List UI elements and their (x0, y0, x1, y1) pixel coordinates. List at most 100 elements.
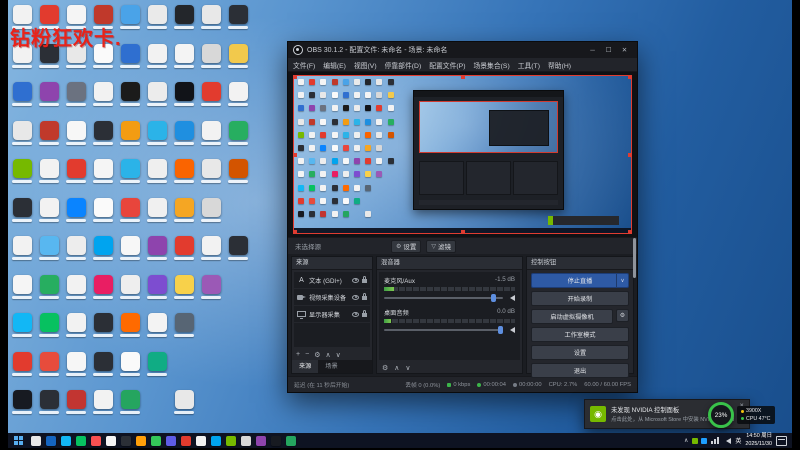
taskbar-app-icon[interactable] (76, 435, 86, 446)
desktop-icon[interactable] (145, 274, 169, 299)
taskbar-app-icon[interactable] (286, 435, 296, 446)
source-row[interactable]: 显示器采集 (294, 306, 370, 323)
taskbar-app-icon[interactable] (196, 435, 206, 446)
selection-handle[interactable] (294, 152, 297, 157)
desktop-icon[interactable] (37, 351, 61, 376)
menu-item[interactable]: 编辑(E) (323, 60, 346, 70)
desktop-icon[interactable] (91, 197, 115, 222)
desktop-icon[interactable] (199, 43, 223, 68)
desktop-icon[interactable] (199, 5, 223, 29)
desktop-icon[interactable] (10, 236, 34, 260)
remove-source-icon[interactable]: − (305, 351, 309, 358)
lock-icon[interactable] (362, 276, 367, 283)
source-row[interactable]: 视频采集设备 (294, 289, 370, 306)
minimize-button[interactable]: ─ (585, 43, 600, 57)
source-row[interactable]: 文本 (GDI+) (294, 272, 370, 289)
visibility-icon[interactable] (352, 277, 359, 283)
desktop-icon[interactable] (10, 82, 34, 106)
taskbar-app-icon[interactable] (181, 435, 191, 446)
desktop-icon[interactable] (118, 120, 142, 145)
desktop-icon[interactable] (37, 236, 61, 260)
volume-icon[interactable] (723, 437, 732, 444)
start-button[interactable] (11, 436, 26, 445)
move-source-down-icon[interactable]: ∨ (336, 351, 341, 359)
properties-button[interactable]: ⚙ 设置 (391, 239, 422, 253)
filters-button[interactable]: ▽ 滤镜 (426, 239, 457, 253)
desktop-icon[interactable] (118, 274, 142, 299)
dock-tab[interactable]: 来源 (292, 360, 319, 373)
taskbar-app-icon[interactable] (241, 435, 251, 446)
desktop-icon[interactable] (91, 351, 115, 376)
visibility-icon[interactable] (352, 311, 359, 317)
maximize-button[interactable]: ☐ (601, 43, 616, 57)
dock-tab[interactable]: 场景 (318, 360, 344, 373)
desktop-icon[interactable] (118, 159, 142, 183)
selection-handle[interactable] (460, 230, 465, 233)
desktop-icon[interactable] (118, 82, 142, 106)
scrollbar[interactable] (633, 238, 636, 278)
desktop-icon[interactable] (226, 236, 250, 260)
desktop-icon[interactable] (145, 120, 169, 145)
desktop-icon[interactable] (172, 5, 196, 29)
desktop-icon[interactable] (172, 82, 196, 106)
desktop-icon[interactable] (91, 236, 115, 260)
move-source-up-icon[interactable]: ∧ (325, 351, 330, 359)
desktop-icon[interactable] (37, 120, 61, 145)
desktop-icon[interactable] (145, 43, 169, 68)
stream-dropdown-icon[interactable]: ∨ (616, 274, 628, 287)
menu-item[interactable]: 工具(T) (518, 60, 540, 70)
desktop-icon[interactable] (145, 5, 169, 29)
lock-icon[interactable] (362, 310, 367, 317)
network-icon[interactable] (711, 437, 720, 444)
desktop-icon[interactable] (199, 197, 223, 222)
desktop-icon[interactable] (172, 313, 196, 337)
desktop-icon[interactable] (91, 120, 115, 145)
desktop-icon[interactable] (172, 390, 196, 414)
desktop-icon[interactable] (64, 390, 88, 414)
taskbar-app-icon[interactable] (136, 435, 146, 446)
ime-indicator[interactable]: 英 (735, 436, 741, 445)
virtual-camera-button[interactable]: 启动虚拟摄像机 (531, 309, 613, 324)
desktop-icon[interactable] (91, 159, 115, 183)
desktop-icon[interactable] (226, 82, 250, 106)
taskbar-app-icon[interactable] (271, 435, 281, 446)
taskbar-app-icon[interactable] (226, 435, 236, 446)
preview-area[interactable] (288, 72, 637, 237)
desktop-icon[interactable] (10, 197, 34, 222)
volume-slider-knob[interactable] (491, 293, 497, 302)
volume-slider[interactable] (384, 293, 503, 302)
desktop-icon[interactable] (145, 197, 169, 222)
preview-video[interactable] (293, 75, 632, 234)
controls-dock-title[interactable]: 控制按钮 (527, 257, 633, 270)
source-properties-icon[interactable]: ⚙ (314, 351, 320, 359)
desktop-icon[interactable] (172, 236, 196, 260)
volume-slider[interactable] (384, 325, 504, 334)
desktop-icon[interactable] (226, 43, 250, 68)
desktop-icon[interactable] (37, 82, 61, 106)
tray-icon[interactable] (692, 437, 699, 444)
start-recording-button[interactable]: 开始录制 (531, 291, 629, 306)
desktop-icon[interactable] (172, 197, 196, 222)
visibility-icon[interactable] (352, 294, 359, 300)
desktop-icon[interactable] (64, 159, 88, 183)
desktop-icon[interactable] (118, 390, 142, 414)
desktop-icon[interactable] (37, 274, 61, 299)
desktop-icon[interactable] (226, 120, 250, 145)
stop-streaming-button[interactable]: 停止直播 ∨ (531, 273, 629, 288)
desktop-icon[interactable] (172, 159, 196, 183)
desktop-icon[interactable] (172, 120, 196, 145)
desktop-icon[interactable] (64, 274, 88, 299)
desktop-icon[interactable] (199, 120, 223, 145)
menu-item[interactable]: 场景集合(S) (473, 60, 509, 70)
menu-item[interactable]: 停靠部件(D) (385, 60, 422, 70)
desktop-icon[interactable] (199, 236, 223, 260)
taskbar-app-icon[interactable] (106, 435, 116, 446)
desktop-icon[interactable] (10, 159, 34, 183)
desktop-icon[interactable] (226, 159, 250, 183)
desktop-icon[interactable] (145, 313, 169, 337)
desktop-icon[interactable] (37, 313, 61, 337)
selection-handle[interactable] (460, 76, 465, 79)
mute-icon[interactable] (507, 294, 515, 301)
lock-icon[interactable] (362, 293, 367, 300)
mute-icon[interactable] (507, 326, 515, 333)
